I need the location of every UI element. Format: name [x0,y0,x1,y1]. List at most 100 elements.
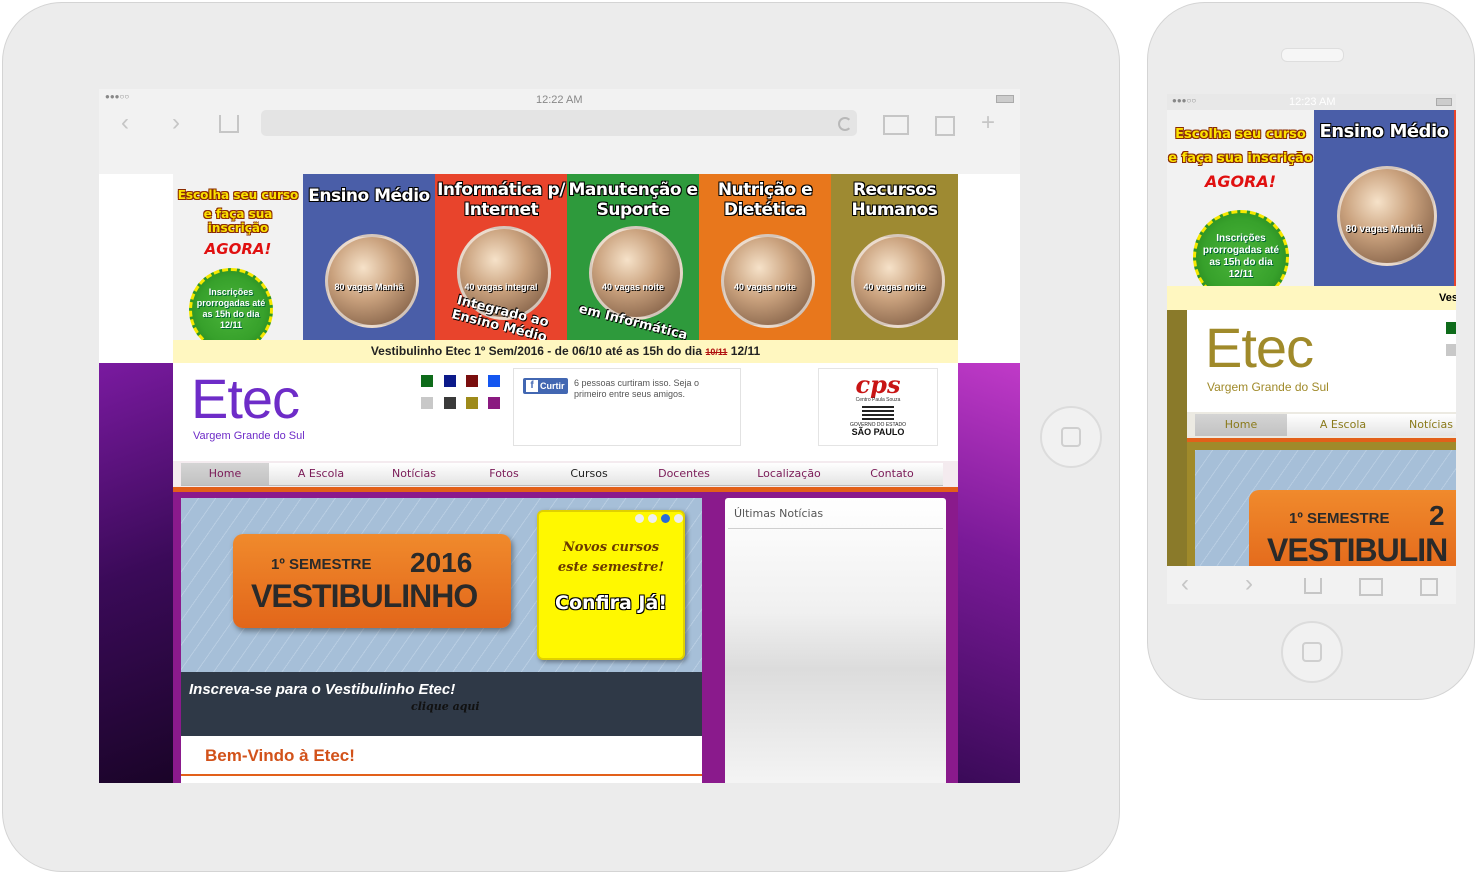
facebook-icon: f [526,380,538,392]
color-swatch-silver[interactable] [1446,344,1456,356]
strip-text: Vestibulinho Etec 1º Sem/2016 - de 06/10… [370,344,703,358]
menu-docentes[interactable]: Docentes [641,463,727,485]
color-swatch-darkred[interactable] [466,375,478,387]
book-icon[interactable] [883,115,909,135]
slider-note-cta[interactable]: Confira Já! [539,578,683,614]
slider-banner: 1º SEMESTRE 2016 VESTIBULINHO [233,534,511,628]
address-bar[interactable] [261,110,857,136]
tile-informatica[interactable]: Informática p/ Internet 40 vagas integra… [435,174,567,340]
color-swatch-silver[interactable] [421,397,433,409]
strip-old-date: 10/11 [705,347,728,357]
menu-noticias[interactable]: Notícias [371,463,457,485]
reload-icon[interactable] [838,117,852,131]
promo-line-2: e faça sua inscrição [203,207,273,235]
student-photo [589,226,683,320]
site-logo[interactable]: Etec [191,371,300,427]
color-swatch-olive[interactable] [466,397,478,409]
tablet-screen: ●●●○○ 12:22 AM ‹ › + Escolha seu curso e… [99,89,1020,783]
chevron-left-icon[interactable]: ‹ [1181,572,1189,596]
page-background-left [99,363,174,783]
phone-home-button[interactable] [1281,621,1343,683]
slider-caption: Inscreva-se para o Vestibulinho Etec! [189,681,456,698]
menu-bar: Home A Escola Notícias Fotos Cursos Doce… [181,463,943,486]
tile-caption: 80 vagas Manhã [334,282,404,292]
facebook-like-box: f Curtir 6 pessoas curtiram isso. Seja o … [513,368,741,446]
color-swatch-navy[interactable] [444,375,456,387]
battery-icon [1436,98,1452,106]
menu-contato[interactable]: Contato [849,463,935,485]
tablet-home-button[interactable] [1040,406,1102,468]
promo-line-1: Escolha seu curso [177,188,299,202]
slider-dot-1[interactable] [635,514,644,523]
home-square-icon [1302,642,1322,662]
menu-noticias[interactable]: Notícias [1401,414,1456,436]
phone-tile-ensino-medio[interactable]: Ensino Médio 80 vagas Manhã [1314,110,1454,286]
phone-slider[interactable]: 1º SEMESTRE 2 VESTIBULIN [1195,450,1456,566]
phone-signal: ●●●○○ [1172,96,1197,105]
chevron-left-icon[interactable]: ‹ [121,111,129,135]
slider-note-text: Novos cursos este semestre! [557,540,665,575]
menu-fotos[interactable]: Fotos [461,463,547,485]
tile-recursos-humanos[interactable]: Recursos Humanos 40 vagas noite [831,174,958,340]
share-icon[interactable] [1304,578,1322,594]
tablet-status-time: 12:22 AM [536,94,583,106]
color-swatch-blue[interactable] [488,375,500,387]
slider-dot-2[interactable] [648,514,657,523]
tile-title: Ensino Médio [308,186,430,206]
color-swatch-green[interactable] [1446,322,1456,334]
vestibulinho-slider[interactable]: 1º SEMESTRE 2016 VESTIBULINHO Novos curs… [181,498,702,736]
phone-strip-text: Ves [1439,292,1456,304]
news-panel: Últimas Notícias [725,498,946,783]
tabs-icon[interactable] [935,116,955,136]
tabs-icon[interactable] [1420,578,1438,596]
welcome-title: Bem-Vindo à Etec! [205,746,355,765]
slider-year: 2 [1429,500,1445,531]
menu-cursos[interactable]: Cursos [546,463,632,485]
facebook-like-button[interactable]: f Curtir [523,378,568,394]
slider-dot-4[interactable] [674,514,683,523]
tile-nutricao[interactable]: Nutrição e Dietética 40 vagas noite [699,174,831,340]
promo-agora: AGORA! [1204,172,1277,191]
promo-agora: AGORA! [204,240,272,258]
student-photo [325,234,419,328]
tile-title: Nutrição e Dietética [717,180,813,220]
tile-caption: 40 vagas noite [733,282,797,292]
student-photo [721,234,815,328]
course-banner[interactable]: Escolha seu curso e faça sua inscrição A… [173,174,958,352]
phone-header: Etec Vargem Grande do Sul [1187,310,1456,412]
welcome-box: Bem-Vindo à Etec! [181,736,702,783]
sp-flag-icon [862,406,894,420]
slider-dot-3[interactable] [661,514,670,523]
share-icon[interactable] [219,115,239,133]
page-background-right [957,363,1020,783]
slider-title: VESTIBULIN [1267,532,1448,566]
cps-logo: cps [855,370,901,399]
menu-home[interactable]: Home [181,463,269,485]
color-swatch-green[interactable] [421,375,433,387]
tile-ensino-medio[interactable]: Ensino Médio 80 vagas Manhã [303,174,435,340]
strip-new-date: 12/11 [730,344,761,358]
slider-caption-bar: Inscreva-se para o Vestibulinho Etec! cl… [181,672,702,736]
cps-logo-box: cps Centro Paula Souza GOVERNO DO ESTADO… [818,368,938,446]
color-swatch-purple[interactable] [488,397,500,409]
tile-title: Recursos Humanos [851,180,938,220]
book-icon[interactable] [1359,578,1383,596]
phone-menu: Home A Escola Notícias [1187,412,1456,438]
plus-icon[interactable]: + [981,111,995,135]
battery-icon [996,95,1014,103]
vestibulinho-strip: Vestibulinho Etec 1º Sem/2016 - de 06/10… [173,340,958,363]
chevron-right-icon[interactable]: › [1245,572,1253,596]
chevron-right-icon[interactable]: › [172,111,180,135]
menu-a-escola[interactable]: A Escola [1297,414,1389,436]
menu-a-escola[interactable]: A Escola [278,463,364,485]
main-menu: Home A Escola Notícias Fotos Cursos Doce… [173,461,958,487]
menu-localizacao[interactable]: Localização [746,463,832,485]
site-header: Etec Vargem Grande do Sul f Curtir 6 pess… [173,363,958,461]
slider-caption-link[interactable]: clique aqui [411,700,480,713]
slider-year: 2016 [410,547,473,578]
phone-logo[interactable]: Etec [1205,320,1314,376]
content-area: 1º SEMESTRE 2016 VESTIBULINHO Novos curs… [173,492,958,783]
menu-home[interactable]: Home [1195,414,1287,436]
color-swatch-charcoal[interactable] [444,397,456,409]
tile-manutencao[interactable]: Manutenção e Suporte 40 vagas noite em I… [567,174,699,340]
